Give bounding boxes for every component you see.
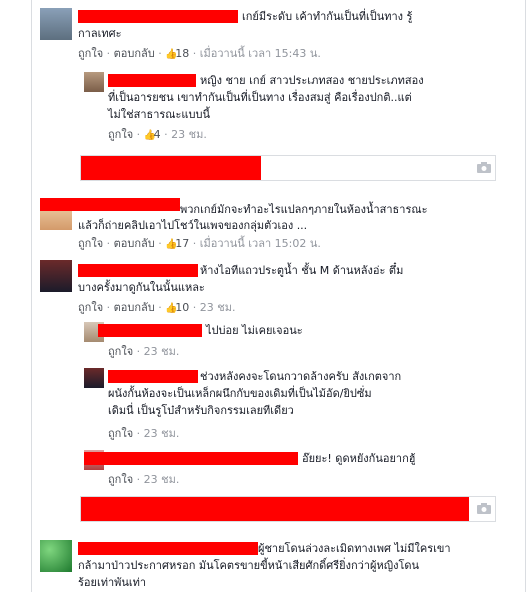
comment-text: อ๊ยยะ! ดูดหยังกันอยากฮู้ bbox=[302, 452, 416, 465]
avatar[interactable] bbox=[84, 72, 104, 92]
like-link[interactable]: ถูกใจ bbox=[108, 128, 133, 141]
like-link[interactable]: ถูกใจ bbox=[78, 237, 103, 250]
reply-input[interactable] bbox=[80, 496, 496, 522]
like-link[interactable]: ถูกใจ bbox=[108, 473, 133, 486]
like-link[interactable]: ถูกใจ bbox=[108, 345, 133, 358]
comment-actions: ถูกใจ · ตอบกลับ · 👍17 · เมื่อวานนี้ เวลา… bbox=[78, 237, 321, 250]
timestamp[interactable]: 23 ชม. bbox=[171, 128, 207, 141]
comment-text: พวกเกย์มักจะทำอะไรแปลกๆภายในห้องน้ำสาธาร… bbox=[180, 203, 428, 216]
camera-icon[interactable] bbox=[477, 162, 491, 173]
comment-actions: ถูกใจ · 23 ชม. bbox=[108, 473, 180, 486]
commenter-name[interactable]: Thanasab Ruangchai bbox=[78, 10, 238, 23]
comment-text-cont: กาลเทศะ bbox=[78, 27, 122, 40]
thumbs-up-icon: 👍 bbox=[165, 239, 178, 250]
commenter-name[interactable]: Anant Adisorn bbox=[78, 264, 198, 277]
avatar[interactable] bbox=[84, 368, 104, 388]
comment-text-cont: ที่เป็นอารยชน เขาทำกันเป็นที่เป็นทาง เรื… bbox=[108, 91, 412, 104]
comment-text-cont: ไม่ใช่สาธารณะแบบนี้ bbox=[108, 108, 210, 121]
like-count[interactable]: 18 bbox=[175, 47, 189, 60]
comment-text-cont: แล้วก็ถ่ายคลิปเอาไปโชว์ในเพจของกลุ่มตัวเ… bbox=[78, 219, 308, 232]
commenter-name[interactable]: Sira Zakumba bbox=[98, 324, 202, 337]
timestamp[interactable]: เมื่อวานนี้ เวลา 15:02 น. bbox=[200, 237, 321, 250]
like-count[interactable]: 4 bbox=[154, 128, 161, 141]
like-link[interactable]: ถูกใจ bbox=[78, 47, 103, 60]
thumbs-up-icon: 👍 bbox=[165, 303, 178, 314]
thumbs-up-icon: 👍 bbox=[165, 49, 178, 60]
comment-actions: ถูกใจ · ตอบกลับ · 👍10 · 23 ชม. bbox=[78, 301, 236, 314]
redacted-reply-avatar bbox=[81, 156, 261, 180]
redacted-reply-avatar bbox=[81, 497, 469, 521]
timestamp[interactable]: 23 ชม. bbox=[200, 301, 236, 314]
commenter-name[interactable]: Anant Adisorn bbox=[108, 370, 198, 383]
comment-text: ผู้ชายโดนล่วงละเมิดทางเพศ ไม่มีใครเขา bbox=[258, 542, 451, 555]
comment-text: ช่วงหลังคงจะโดนกวาดล้างครับ สังเกตจาก bbox=[200, 370, 402, 383]
reply-link[interactable]: ตอบกลับ bbox=[114, 47, 155, 60]
comment-text: หญิง ชาย เกย์ สาวประเภทสอง ชายประเภทสอง bbox=[200, 74, 424, 87]
comment-text: ห้างไอทีแถวประตูน้ำ ชั้น M ด้านหลังอ่ะ ต… bbox=[200, 264, 404, 277]
comment-actions: ถูกใจ · 👍4 · 23 ชม. bbox=[108, 128, 207, 141]
comment-actions: ถูกใจ · 23 ชม. bbox=[108, 427, 180, 440]
timestamp[interactable]: 23 ชม. bbox=[144, 345, 180, 358]
like-count[interactable]: 17 bbox=[175, 237, 189, 250]
like-count[interactable]: 10 bbox=[175, 301, 189, 314]
timestamp[interactable]: เมื่อวานนี้ เวลา 15:43 น. bbox=[200, 47, 321, 60]
like-link[interactable]: ถูกใจ bbox=[78, 301, 103, 314]
timestamp[interactable]: 23 ชม. bbox=[144, 427, 180, 440]
reply-link[interactable]: ตอบกลับ bbox=[114, 301, 155, 314]
comment-text: ไปบ่อย ไม่เคยเจอนะ bbox=[206, 324, 303, 337]
comment-text: เกย์มีระดับ เค้าทำกันเป็นที่เป็นทาง รู้ bbox=[242, 10, 413, 23]
avatar[interactable] bbox=[40, 540, 72, 572]
reply-link[interactable]: ตอบกลับ bbox=[114, 237, 155, 250]
comment-text-cont: ผนังกั้นห้องจะเป็นเหล็กผนึกกับของเดิมที่… bbox=[108, 387, 372, 400]
timestamp[interactable]: 23 ชม. bbox=[144, 473, 180, 486]
comment-text-cont: ร้อยเท่าพันเท่า bbox=[78, 576, 147, 589]
reply-input[interactable] bbox=[80, 155, 496, 181]
avatar[interactable] bbox=[40, 260, 72, 292]
comment-text-cont: บางครั้งมาดูกันในนั้นแหละ bbox=[78, 281, 205, 294]
commenter-name[interactable]: Wannakorn Chai bbox=[78, 542, 258, 555]
commenter-name[interactable]: Pree P bbox=[108, 74, 196, 87]
like-link[interactable]: ถูกใจ bbox=[108, 427, 133, 440]
avatar[interactable] bbox=[40, 8, 72, 40]
camera-icon[interactable] bbox=[477, 503, 491, 514]
comment-actions: ถูกใจ · 23 ชม. bbox=[108, 345, 180, 358]
commenter-name[interactable]: Kay Sut Wee bbox=[40, 198, 180, 211]
comment-text-cont: เดิมนี่ เป็นรูโบ๋สำหรับกิจกรรมเลยทีเดียว bbox=[108, 404, 294, 417]
comment-text-cont: กล้ามาป่าวประกาศหรอก มันโคตรขายขี้หน้าเส… bbox=[78, 559, 420, 572]
thumbs-up-icon: 👍 bbox=[143, 130, 157, 141]
comment-actions: ถูกใจ · ตอบกลับ · 👍18 · เมื่อวานนี้ เวลา… bbox=[78, 47, 321, 60]
commenter-name[interactable]: Moonmanee Mine bbox=[84, 452, 298, 465]
